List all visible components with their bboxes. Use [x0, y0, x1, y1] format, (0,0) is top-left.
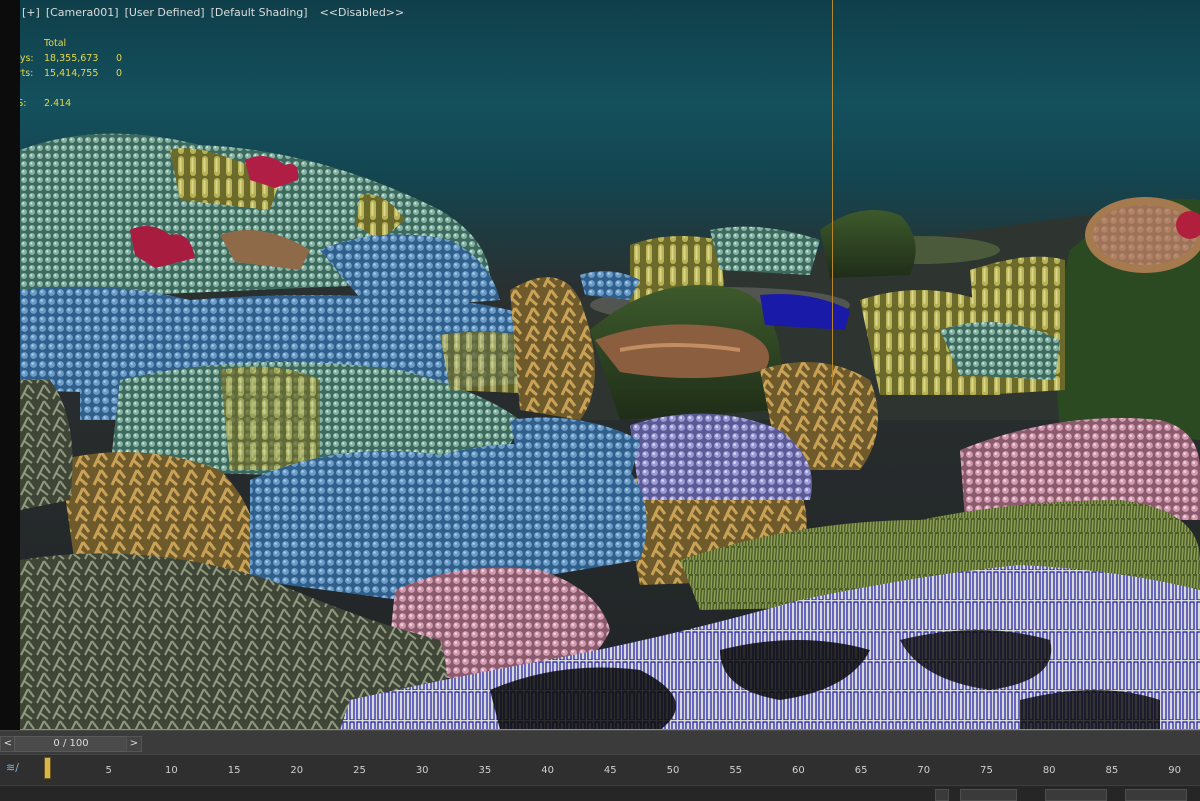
ruler-tick-label: 10 [165, 765, 178, 776]
ruler-tick-label: 5 [105, 765, 112, 776]
time-slider[interactable]: 0 / 100 [14, 736, 128, 752]
ruler-tick-label: 15 [227, 765, 241, 776]
perspective-viewport[interactable]: [+] [Camera001] [User Defined] [Default … [20, 0, 1200, 730]
polys-label: Polys: [20, 53, 34, 64]
viewport-shading-menu[interactable]: [Default Shading] [209, 6, 310, 19]
curve-editor-icon[interactable]: ≋∕ [6, 761, 24, 775]
verts-label: Verts: [20, 68, 34, 79]
viewport-camera-menu[interactable]: [Camera001] [44, 6, 121, 19]
left-gutter [0, 0, 20, 730]
coral-reef-render [20, 133, 1200, 730]
fps-value: 2.414 [44, 98, 72, 109]
ruler-tick-label: 90 [1168, 765, 1181, 776]
ruler-tick-label: 50 [666, 765, 680, 776]
ruler-tick-label: 75 [980, 765, 993, 776]
viewport-mode-menu[interactable]: [User Defined] [123, 6, 207, 19]
verts-selected: 0 [116, 68, 123, 79]
safe-frame-line [832, 0, 833, 385]
verts-total: 15,414,755 [44, 68, 99, 79]
viewport-label-menu[interactable]: [+] [Camera001] [User Defined] [Default … [20, 3, 406, 21]
ruler-tick-label: 35 [478, 765, 492, 776]
ruler-tick-label: 80 [1042, 765, 1056, 776]
frame-ruler[interactable]: 5 10 15 20 25 30 35 40 45 50 55 60 65 70 75 80 85 90 [40, 755, 1200, 785]
viewport-disabled-label[interactable]: <<Disabled>> [318, 6, 407, 19]
ruler-tick-label: 65 [854, 765, 868, 776]
polys-selected: 0 [116, 53, 123, 64]
ruler-tick-label: 45 [603, 765, 617, 776]
y-coordinate-field[interactable] [1045, 789, 1107, 801]
ruler-tick-label: 70 [917, 765, 931, 776]
status-lock-icon[interactable] [935, 789, 949, 801]
ruler-tick-label: 60 [792, 765, 805, 776]
time-slider-bar: < 0 / 100 > [0, 730, 1200, 755]
ruler-tick-label: 85 [1105, 765, 1119, 776]
ruler-tick-label: 55 [729, 765, 743, 776]
track-bar[interactable]: ≋∕ 5 10 15 20 25 30 35 40 45 50 55 60 65 70 75 80 85 90 [0, 754, 1200, 785]
viewport-general-menu[interactable]: [+] [20, 6, 42, 19]
fps-label: FPS: [20, 98, 27, 109]
scene-statistics: Total Polys: 18,355,673 0 Verts: 15,414,… [20, 36, 122, 111]
status-bar [0, 785, 1200, 801]
polys-total: 18,355,673 [44, 53, 99, 64]
ruler-tick-label: 25 [353, 765, 366, 776]
x-coordinate-field[interactable] [960, 789, 1017, 801]
ruler-tick-label: 30 [415, 765, 429, 776]
ruler-tick-label: 40 [541, 765, 554, 776]
current-frame-marker[interactable] [44, 757, 51, 779]
stats-header: Total [44, 38, 67, 49]
ruler-tick-label: 20 [290, 765, 304, 776]
z-coordinate-field[interactable] [1125, 789, 1187, 801]
next-frame-button[interactable]: > [126, 736, 142, 752]
